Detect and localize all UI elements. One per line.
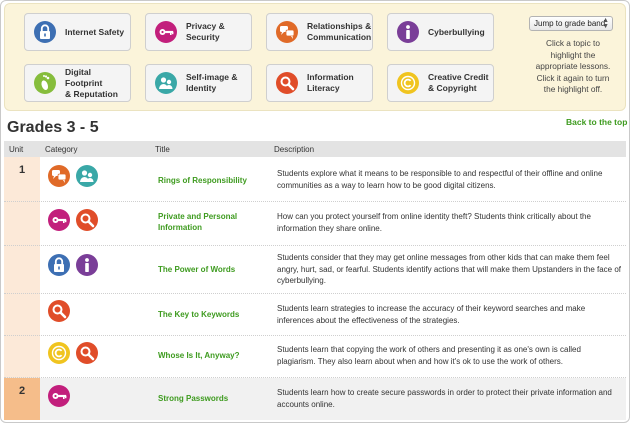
topic-label: Digital Footprint & Reputation xyxy=(65,66,118,99)
header-category: Category xyxy=(45,145,78,154)
magnifier-icon xyxy=(276,72,298,94)
people-icon xyxy=(76,165,98,187)
people-icon xyxy=(155,72,177,94)
category-icons xyxy=(48,165,98,187)
footprint-icon xyxy=(34,72,56,94)
category-icons xyxy=(48,342,98,364)
topic-label: Self-image & Identity xyxy=(186,72,238,93)
key-icon xyxy=(48,385,70,407)
lesson-description: Students explore what it means to be res… xyxy=(277,169,603,190)
info-icon xyxy=(397,21,419,43)
table-row: Strong Passwords Students learn how to c… xyxy=(4,378,626,420)
topic-creative-credit[interactable]: Creative Credit & Copyright xyxy=(387,64,494,102)
key-icon xyxy=(48,209,70,231)
category-icons xyxy=(48,209,98,231)
table-row: The Key to Keywords Students learn strat… xyxy=(4,294,626,336)
key-icon xyxy=(155,21,177,43)
header-description: Description xyxy=(274,145,315,154)
select-arrows-icon: ▲ ▼ xyxy=(602,17,609,30)
magnifier-icon xyxy=(76,342,98,364)
topic-digital-footprint[interactable]: Digital Footprint & Reputation xyxy=(24,64,131,102)
lesson-title-link[interactable]: Strong Passwords xyxy=(158,393,270,404)
lesson-description: Students learn how to create secure pass… xyxy=(277,388,612,409)
table-row: Whose Is It, Anyway? Students learn that… xyxy=(4,336,626,378)
copyright-icon xyxy=(397,72,419,94)
topic-internet-safety[interactable]: Internet Safety xyxy=(24,13,131,51)
lesson-description: How can you protect yourself from online… xyxy=(277,212,591,233)
table-row: The Power of Words Students consider tha… xyxy=(4,246,626,294)
lesson-title-link[interactable]: The Power of Words xyxy=(158,264,270,275)
table-row: Rings of Responsibility Students explore… xyxy=(4,157,626,202)
table-row: Private and Personal Information How can … xyxy=(4,202,626,246)
header-title: Title xyxy=(155,145,170,154)
topic-cyberbullying[interactable]: Cyberbullying xyxy=(387,13,494,51)
help-text: Click a topic to highlight the appropria… xyxy=(535,38,611,94)
topic-label: Cyberbullying xyxy=(428,26,485,37)
window-frame: Internet Safety Privacy & Security Relati… xyxy=(0,0,630,423)
select-value: Jump to grade band xyxy=(534,19,606,28)
table-header: Unit Category Title Description xyxy=(4,141,626,157)
lesson-title-link[interactable]: Whose Is It, Anyway? xyxy=(158,350,270,361)
grade-heading: Grades 3 - 5 xyxy=(7,119,99,136)
magnifier-icon xyxy=(48,300,70,322)
lesson-title-link[interactable]: Rings of Responsibility xyxy=(158,175,270,186)
topic-label: Creative Credit & Copyright xyxy=(428,72,489,93)
lesson-description: Students learn strategies to increase th… xyxy=(277,304,586,325)
category-icons xyxy=(48,385,70,407)
lock-icon xyxy=(34,21,56,43)
topic-label: Information Literacy xyxy=(307,72,354,93)
topic-privacy-security[interactable]: Privacy & Security xyxy=(145,13,252,51)
lesson-description: Students consider that they may get onli… xyxy=(277,253,622,285)
topic-label: Internet Safety xyxy=(65,26,125,37)
header-unit: Unit xyxy=(9,145,24,154)
lesson-description: Students learn that copying the work of … xyxy=(277,345,581,366)
speech-bubbles-icon xyxy=(48,165,70,187)
lesson-title-link[interactable]: The Key to Keywords xyxy=(158,309,270,320)
jump-to-grade-band-select[interactable]: Jump to grade band ▲ ▼ xyxy=(529,16,613,31)
topic-information-literacy[interactable]: Information Literacy xyxy=(266,64,373,102)
topic-filter-panel: Internet Safety Privacy & Security Relati… xyxy=(4,3,626,111)
topic-label: Privacy & Security xyxy=(186,21,225,42)
topic-self-image[interactable]: Self-image & Identity xyxy=(145,64,252,102)
magnifier-icon xyxy=(76,209,98,231)
category-icons xyxy=(48,300,70,322)
info-icon xyxy=(76,254,98,276)
lesson-title-link[interactable]: Private and Personal Information xyxy=(158,211,270,233)
category-icons xyxy=(48,254,98,276)
topic-relationships-communication[interactable]: Relationships & Communication xyxy=(266,13,373,51)
copyright-icon xyxy=(48,342,70,364)
lock-icon xyxy=(48,254,70,276)
topic-label: Relationships & Communication xyxy=(307,21,372,42)
back-to-top-link[interactable]: Back to the top xyxy=(566,117,627,127)
speech-bubbles-icon xyxy=(276,21,298,43)
